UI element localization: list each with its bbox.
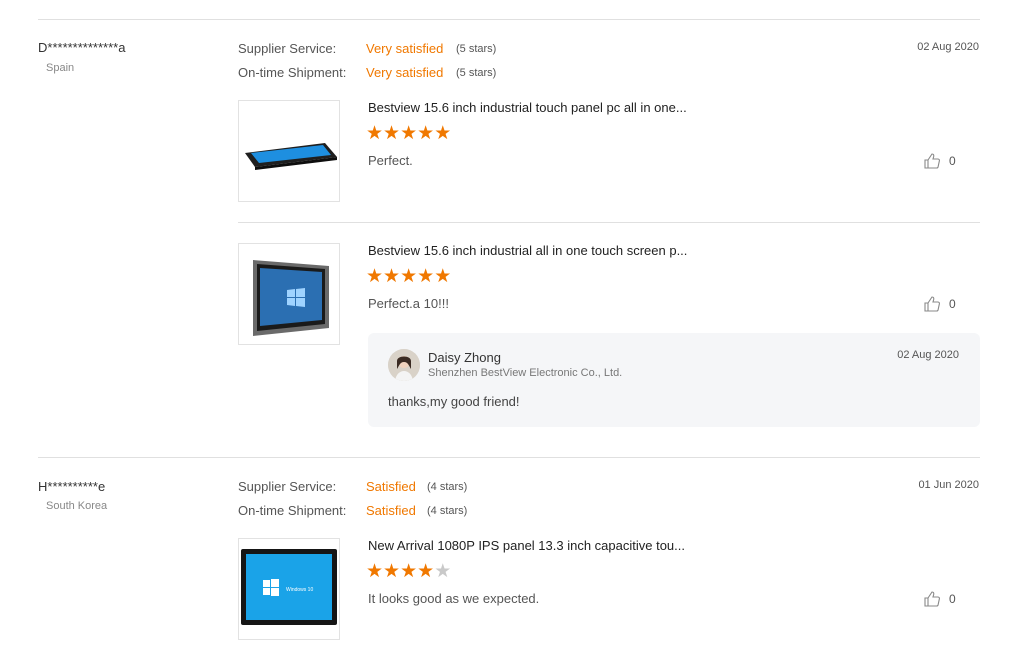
star-icon: ★ [434, 561, 452, 582]
shipment-stars: (5 stars) [456, 67, 497, 79]
review-comment: Perfect.a 10!!! [368, 296, 449, 311]
shipment-label: On-time Shipment: [238, 503, 347, 518]
reply-text: thanks,my good friend! [388, 394, 520, 409]
thumbs-up-icon [924, 296, 940, 312]
star-icon: ★ [366, 123, 384, 144]
supplier-service-stars: (4 stars) [427, 481, 468, 493]
shipment-rating: Very satisfied [366, 65, 444, 80]
product-title[interactable]: New Arrival 1080P IPS panel 13.3 inch ca… [368, 538, 685, 553]
thumbs-up-icon [924, 591, 940, 607]
review-comment: It looks good as we expected. [368, 591, 540, 606]
supplier-service-rating: Satisfied [366, 479, 416, 494]
divider [38, 457, 980, 458]
divider [38, 19, 980, 20]
star-icon: ★ [383, 561, 401, 582]
review-comment: Perfect. [368, 153, 413, 168]
star-icon: ★ [383, 123, 401, 144]
product-title[interactable]: Bestview 15.6 inch industrial all in one… [368, 243, 687, 258]
supplier-service-label: Supplier Service: [238, 41, 337, 56]
review-date: 01 Jun 2020 [918, 479, 979, 491]
like-button[interactable]: 0 [923, 152, 956, 170]
like-count: 0 [949, 154, 956, 168]
review-date: 02 Aug 2020 [917, 41, 979, 53]
star-icon: ★ [417, 123, 435, 144]
image-caption: Windows 10 [286, 587, 313, 593]
buyer-country: Spain [46, 62, 75, 74]
star-icon: ★ [400, 123, 418, 144]
shipment-label: On-time Shipment: [238, 65, 347, 80]
like-count: 0 [949, 297, 956, 311]
like-count: 0 [949, 592, 956, 606]
star-icon: ★ [366, 561, 384, 582]
product-image[interactable] [238, 100, 340, 202]
supplier-service-rating: Very satisfied [366, 41, 444, 56]
avatar [388, 349, 420, 381]
product-rating-stars: ★★★★★ [366, 124, 451, 144]
star-icon: ★ [383, 266, 401, 287]
shipment-rating: Satisfied [366, 503, 416, 518]
product-title[interactable]: Bestview 15.6 inch industrial touch pane… [368, 100, 687, 115]
supplier-service-stars: (5 stars) [456, 43, 497, 55]
star-icon: ★ [434, 123, 452, 144]
reply-company: Shenzhen BestView Electronic Co., Ltd. [428, 367, 623, 379]
star-icon: ★ [434, 266, 452, 287]
buyer-name: H**********e [38, 479, 106, 494]
product-rating-stars: ★★★★★ [366, 267, 451, 287]
star-icon: ★ [400, 266, 418, 287]
star-icon: ★ [417, 561, 435, 582]
supplier-reply: Daisy Zhong Shenzhen BestView Electronic… [368, 333, 980, 427]
product-image[interactable] [238, 243, 340, 345]
like-button[interactable]: 0 [923, 295, 956, 313]
shipment-stars: (4 stars) [427, 505, 468, 517]
thumbs-up-icon [924, 153, 940, 169]
buyer-country: South Korea [46, 500, 108, 512]
star-icon: ★ [417, 266, 435, 287]
reply-author: Daisy Zhong [428, 350, 501, 365]
like-button[interactable]: 0 [923, 590, 956, 608]
product-image[interactable]: Windows 10 [238, 538, 340, 640]
divider [238, 222, 980, 223]
star-icon: ★ [400, 561, 418, 582]
product-rating-stars: ★★★★★ [366, 562, 451, 582]
star-icon: ★ [366, 266, 384, 287]
buyer-name: D**************a [38, 40, 126, 55]
supplier-service-label: Supplier Service: [238, 479, 337, 494]
reply-date: 02 Aug 2020 [897, 349, 959, 361]
